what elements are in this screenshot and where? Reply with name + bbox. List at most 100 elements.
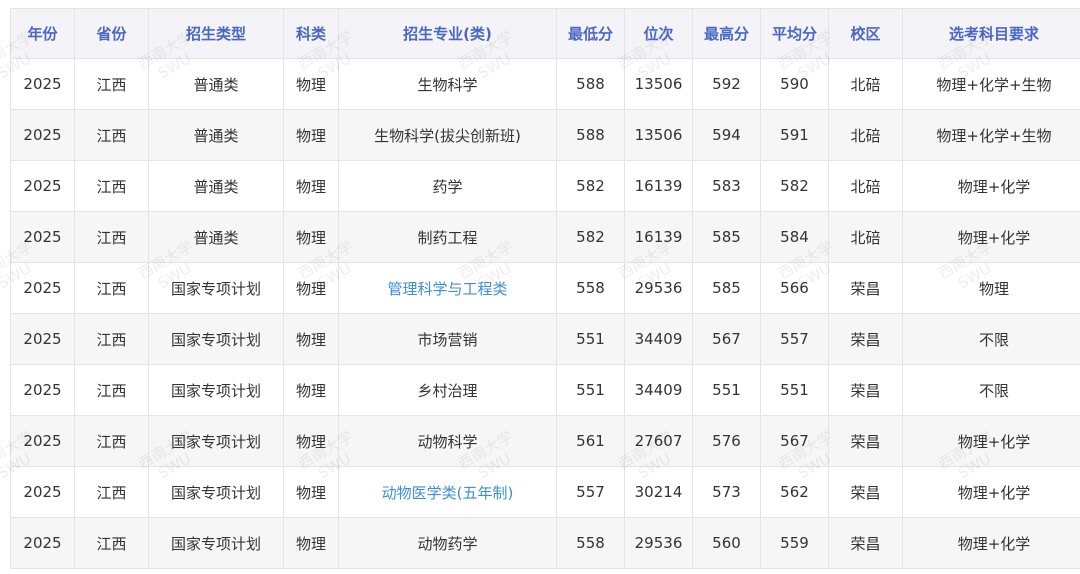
- cell-campus: 荣昌: [828, 313, 903, 365]
- cell-subject-category: 物理: [283, 58, 339, 110]
- cell-min-score: 588: [556, 109, 625, 161]
- cell-subject-requirement: 物理+化学+生物: [902, 58, 1080, 110]
- cell-avg-score: 567: [760, 415, 829, 467]
- cell-campus: 荣昌: [828, 517, 903, 569]
- cell-subject-category: 物理: [283, 313, 339, 365]
- cell-subject-requirement: 物理+化学: [902, 211, 1080, 263]
- cell-subject-category: 物理: [283, 466, 339, 518]
- cell-admission-type: 国家专项计划: [148, 466, 284, 518]
- cell-avg-score: 582: [760, 160, 829, 212]
- cell-min-score: 582: [556, 160, 625, 212]
- cell-year: 2025: [10, 517, 75, 569]
- table-row: 2025 江西 普通类 物理 制药工程 582 16139 585 584 北碚 物理+化学: [10, 211, 1080, 263]
- cell-campus: 北碚: [828, 58, 903, 110]
- table-row: 2025 江西 国家专项计划 物理 乡村治理 551 34409 551 551 荣昌 不限: [10, 364, 1080, 416]
- cell-province: 江西: [74, 415, 149, 467]
- cell-rank: 29536: [624, 517, 693, 569]
- cell-subject-requirement: 物理+化学+生物: [902, 109, 1080, 161]
- cell-avg-score: 551: [760, 364, 829, 416]
- cell-subject-requirement: 物理+化学: [902, 466, 1080, 518]
- cell-major: 动物医学类(五年制): [338, 466, 557, 518]
- cell-year: 2025: [10, 160, 75, 212]
- table-row: 2025 江西 国家专项计划 物理 动物药学 558 29536 560 559 荣昌 物理+化学: [10, 517, 1080, 569]
- cell-admission-type: 普通类: [148, 160, 284, 212]
- cell-subject-category: 物理: [283, 211, 339, 263]
- cell-min-score: 582: [556, 211, 625, 263]
- cell-year: 2025: [10, 415, 75, 467]
- cell-major: 生物科学: [338, 58, 557, 110]
- cell-year: 2025: [10, 211, 75, 263]
- cell-rank: 34409: [624, 313, 693, 365]
- cell-subject-requirement: 物理+化学: [902, 160, 1080, 212]
- cell-max-score: 567: [692, 313, 761, 365]
- cell-max-score: 594: [692, 109, 761, 161]
- cell-major: 管理科学与工程类: [338, 262, 557, 314]
- cell-subject-requirement: 物理+化学: [902, 415, 1080, 467]
- cell-min-score: 558: [556, 262, 625, 314]
- table-row: 2025 江西 国家专项计划 物理 动物科学 561 27607 576 567 荣昌 物理+化学: [10, 415, 1080, 467]
- cell-subject-requirement: 物理+化学: [902, 517, 1080, 569]
- cell-major: 生物科学(拔尖创新班): [338, 109, 557, 161]
- cell-min-score: 551: [556, 364, 625, 416]
- cell-year: 2025: [10, 58, 75, 110]
- cell-major: 制药工程: [338, 211, 557, 263]
- cell-rank: 34409: [624, 364, 693, 416]
- header-rank: 位次: [624, 8, 693, 59]
- cell-avg-score: 562: [760, 466, 829, 518]
- cell-max-score: 560: [692, 517, 761, 569]
- cell-rank: 27607: [624, 415, 693, 467]
- cell-subject-category: 物理: [283, 415, 339, 467]
- table-row: 2025 江西 普通类 物理 药学 582 16139 583 582 北碚 物理+化学: [10, 160, 1080, 212]
- cell-province: 江西: [74, 58, 149, 110]
- cell-min-score: 551: [556, 313, 625, 365]
- cell-min-score: 588: [556, 58, 625, 110]
- cell-province: 江西: [74, 313, 149, 365]
- cell-campus: 荣昌: [828, 364, 903, 416]
- cell-campus: 荣昌: [828, 415, 903, 467]
- cell-max-score: 592: [692, 58, 761, 110]
- cell-admission-type: 国家专项计划: [148, 415, 284, 467]
- cell-major: 市场营销: [338, 313, 557, 365]
- cell-admission-type: 普通类: [148, 109, 284, 161]
- cell-rank: 30214: [624, 466, 693, 518]
- cell-campus: 荣昌: [828, 262, 903, 314]
- cell-subject-category: 物理: [283, 262, 339, 314]
- cell-max-score: 573: [692, 466, 761, 518]
- cell-avg-score: 557: [760, 313, 829, 365]
- cell-rank: 13506: [624, 109, 693, 161]
- cell-max-score: 551: [692, 364, 761, 416]
- header-province: 省份: [74, 8, 149, 59]
- cell-major: 药学: [338, 160, 557, 212]
- cell-province: 江西: [74, 262, 149, 314]
- cell-min-score: 557: [556, 466, 625, 518]
- header-max-score: 最高分: [692, 8, 761, 59]
- cell-admission-type: 国家专项计划: [148, 313, 284, 365]
- cell-province: 江西: [74, 517, 149, 569]
- cell-major: 动物药学: [338, 517, 557, 569]
- cell-subject-requirement: 物理: [902, 262, 1080, 314]
- cell-year: 2025: [10, 313, 75, 365]
- cell-min-score: 558: [556, 517, 625, 569]
- cell-avg-score: 590: [760, 58, 829, 110]
- cell-province: 江西: [74, 364, 149, 416]
- cell-rank: 16139: [624, 160, 693, 212]
- score-table-container: 年份 省份 招生类型 科类 招生专业(类) 最低分 位次 最高分 平均分 校区 …: [10, 8, 1080, 569]
- cell-subject-category: 物理: [283, 517, 339, 569]
- header-min-score: 最低分: [556, 8, 625, 59]
- cell-year: 2025: [10, 109, 75, 161]
- major-link[interactable]: 管理科学与工程类: [387, 280, 507, 298]
- cell-avg-score: 566: [760, 262, 829, 314]
- cell-max-score: 583: [692, 160, 761, 212]
- header-subject-category: 科类: [283, 8, 339, 59]
- header-avg-score: 平均分: [760, 8, 829, 59]
- major-link[interactable]: 动物医学类(五年制): [382, 484, 514, 502]
- cell-campus: 北碚: [828, 109, 903, 161]
- cell-year: 2025: [10, 364, 75, 416]
- cell-province: 江西: [74, 109, 149, 161]
- table-header-row: 年份 省份 招生类型 科类 招生专业(类) 最低分 位次 最高分 平均分 校区 …: [10, 8, 1080, 59]
- cell-avg-score: 559: [760, 517, 829, 569]
- cell-subject-category: 物理: [283, 364, 339, 416]
- cell-campus: 北碚: [828, 160, 903, 212]
- header-major: 招生专业(类): [338, 8, 557, 59]
- cell-province: 江西: [74, 466, 149, 518]
